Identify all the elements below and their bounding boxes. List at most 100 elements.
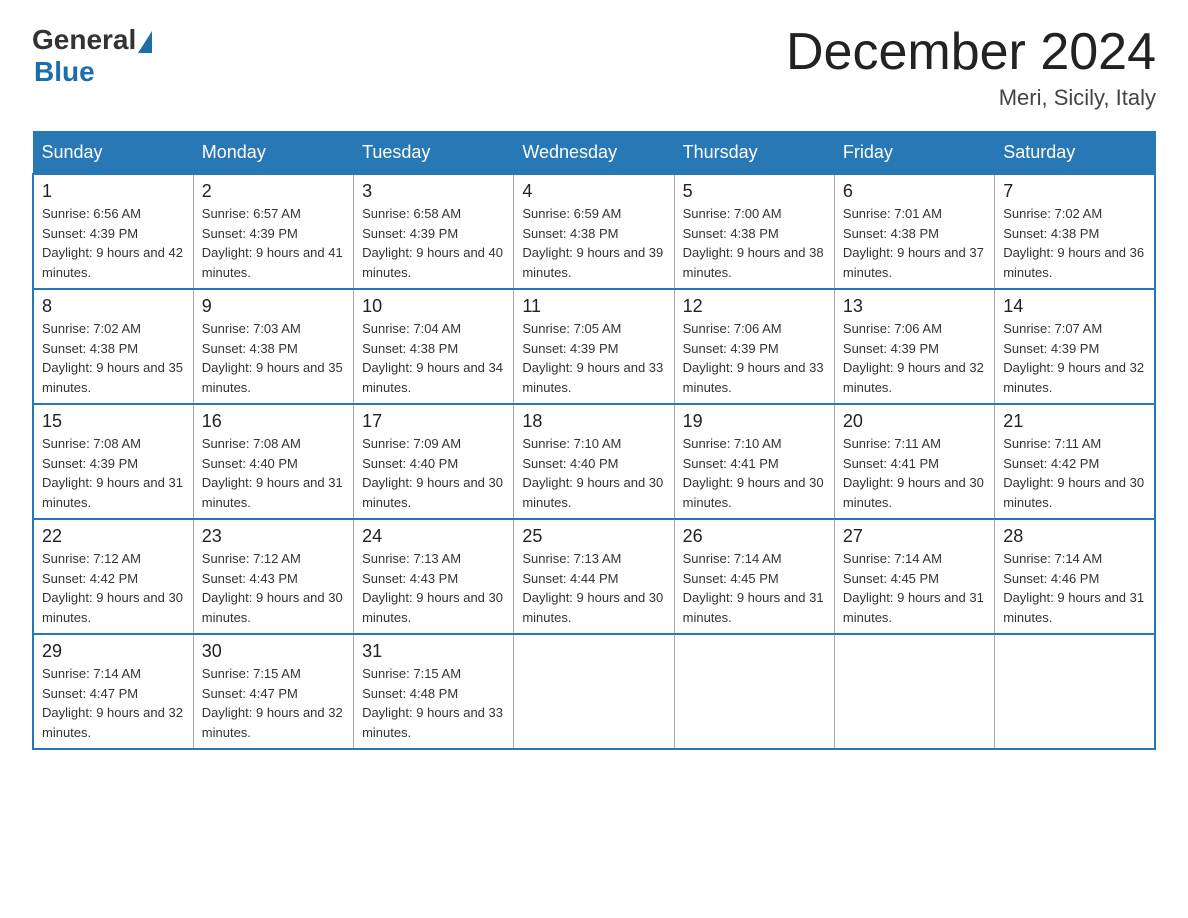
calendar-table: SundayMondayTuesdayWednesdayThursdayFrid…	[32, 131, 1156, 750]
day-number: 13	[843, 296, 986, 317]
calendar-cell: 2 Sunrise: 6:57 AMSunset: 4:39 PMDayligh…	[193, 174, 353, 289]
calendar-cell: 23 Sunrise: 7:12 AMSunset: 4:43 PMDaylig…	[193, 519, 353, 634]
calendar-cell: 1 Sunrise: 6:56 AMSunset: 4:39 PMDayligh…	[33, 174, 193, 289]
calendar-cell: 24 Sunrise: 7:13 AMSunset: 4:43 PMDaylig…	[354, 519, 514, 634]
calendar-cell	[995, 634, 1155, 749]
calendar-cell	[674, 634, 834, 749]
calendar-cell: 16 Sunrise: 7:08 AMSunset: 4:40 PMDaylig…	[193, 404, 353, 519]
calendar-cell: 14 Sunrise: 7:07 AMSunset: 4:39 PMDaylig…	[995, 289, 1155, 404]
calendar-cell: 26 Sunrise: 7:14 AMSunset: 4:45 PMDaylig…	[674, 519, 834, 634]
day-number: 25	[522, 526, 665, 547]
day-number: 8	[42, 296, 185, 317]
day-info: Sunrise: 7:12 AMSunset: 4:43 PMDaylight:…	[202, 551, 343, 625]
day-info: Sunrise: 7:14 AMSunset: 4:47 PMDaylight:…	[42, 666, 183, 740]
calendar-header-sunday: Sunday	[33, 132, 193, 175]
day-info: Sunrise: 7:04 AMSunset: 4:38 PMDaylight:…	[362, 321, 503, 395]
title-block: December 2024 Meri, Sicily, Italy	[786, 24, 1156, 111]
calendar-cell	[514, 634, 674, 749]
day-number: 5	[683, 181, 826, 202]
day-number: 21	[1003, 411, 1146, 432]
day-info: Sunrise: 7:02 AMSunset: 4:38 PMDaylight:…	[42, 321, 183, 395]
calendar-week-row: 22 Sunrise: 7:12 AMSunset: 4:42 PMDaylig…	[33, 519, 1155, 634]
day-number: 10	[362, 296, 505, 317]
day-number: 19	[683, 411, 826, 432]
calendar-header-thursday: Thursday	[674, 132, 834, 175]
calendar-cell: 4 Sunrise: 6:59 AMSunset: 4:38 PMDayligh…	[514, 174, 674, 289]
day-number: 30	[202, 641, 345, 662]
day-number: 6	[843, 181, 986, 202]
calendar-header-wednesday: Wednesday	[514, 132, 674, 175]
day-info: Sunrise: 7:14 AMSunset: 4:45 PMDaylight:…	[843, 551, 984, 625]
day-info: Sunrise: 7:01 AMSunset: 4:38 PMDaylight:…	[843, 206, 984, 280]
calendar-week-row: 1 Sunrise: 6:56 AMSunset: 4:39 PMDayligh…	[33, 174, 1155, 289]
day-info: Sunrise: 7:11 AMSunset: 4:41 PMDaylight:…	[843, 436, 984, 510]
logo-blue-text: Blue	[34, 56, 95, 88]
day-number: 12	[683, 296, 826, 317]
calendar-cell: 28 Sunrise: 7:14 AMSunset: 4:46 PMDaylig…	[995, 519, 1155, 634]
logo-triangle-icon	[138, 31, 152, 53]
day-number: 3	[362, 181, 505, 202]
day-info: Sunrise: 7:14 AMSunset: 4:45 PMDaylight:…	[683, 551, 824, 625]
day-info: Sunrise: 7:09 AMSunset: 4:40 PMDaylight:…	[362, 436, 503, 510]
day-info: Sunrise: 7:08 AMSunset: 4:40 PMDaylight:…	[202, 436, 343, 510]
calendar-cell: 30 Sunrise: 7:15 AMSunset: 4:47 PMDaylig…	[193, 634, 353, 749]
day-info: Sunrise: 7:03 AMSunset: 4:38 PMDaylight:…	[202, 321, 343, 395]
day-number: 27	[843, 526, 986, 547]
day-number: 9	[202, 296, 345, 317]
calendar-cell: 25 Sunrise: 7:13 AMSunset: 4:44 PMDaylig…	[514, 519, 674, 634]
calendar-cell: 9 Sunrise: 7:03 AMSunset: 4:38 PMDayligh…	[193, 289, 353, 404]
day-number: 7	[1003, 181, 1146, 202]
calendar-week-row: 29 Sunrise: 7:14 AMSunset: 4:47 PMDaylig…	[33, 634, 1155, 749]
day-info: Sunrise: 7:07 AMSunset: 4:39 PMDaylight:…	[1003, 321, 1144, 395]
day-number: 29	[42, 641, 185, 662]
day-info: Sunrise: 7:14 AMSunset: 4:46 PMDaylight:…	[1003, 551, 1144, 625]
calendar-cell: 13 Sunrise: 7:06 AMSunset: 4:39 PMDaylig…	[834, 289, 994, 404]
day-number: 26	[683, 526, 826, 547]
calendar-cell: 5 Sunrise: 7:00 AMSunset: 4:38 PMDayligh…	[674, 174, 834, 289]
calendar-cell: 27 Sunrise: 7:14 AMSunset: 4:45 PMDaylig…	[834, 519, 994, 634]
calendar-week-row: 8 Sunrise: 7:02 AMSunset: 4:38 PMDayligh…	[33, 289, 1155, 404]
day-info: Sunrise: 6:58 AMSunset: 4:39 PMDaylight:…	[362, 206, 503, 280]
calendar-cell: 19 Sunrise: 7:10 AMSunset: 4:41 PMDaylig…	[674, 404, 834, 519]
day-number: 1	[42, 181, 185, 202]
calendar-cell: 11 Sunrise: 7:05 AMSunset: 4:39 PMDaylig…	[514, 289, 674, 404]
day-number: 4	[522, 181, 665, 202]
day-number: 16	[202, 411, 345, 432]
calendar-header-tuesday: Tuesday	[354, 132, 514, 175]
page-header: General Blue December 2024 Meri, Sicily,…	[32, 24, 1156, 111]
day-info: Sunrise: 7:02 AMSunset: 4:38 PMDaylight:…	[1003, 206, 1144, 280]
calendar-cell: 29 Sunrise: 7:14 AMSunset: 4:47 PMDaylig…	[33, 634, 193, 749]
day-info: Sunrise: 7:06 AMSunset: 4:39 PMDaylight:…	[843, 321, 984, 395]
calendar-cell: 8 Sunrise: 7:02 AMSunset: 4:38 PMDayligh…	[33, 289, 193, 404]
logo-general-text: General	[32, 24, 136, 56]
calendar-cell: 3 Sunrise: 6:58 AMSunset: 4:39 PMDayligh…	[354, 174, 514, 289]
page-title: December 2024	[786, 24, 1156, 81]
calendar-cell: 12 Sunrise: 7:06 AMSunset: 4:39 PMDaylig…	[674, 289, 834, 404]
calendar-cell: 31 Sunrise: 7:15 AMSunset: 4:48 PMDaylig…	[354, 634, 514, 749]
day-number: 14	[1003, 296, 1146, 317]
day-info: Sunrise: 7:10 AMSunset: 4:41 PMDaylight:…	[683, 436, 824, 510]
day-number: 24	[362, 526, 505, 547]
calendar-header-saturday: Saturday	[995, 132, 1155, 175]
calendar-week-row: 15 Sunrise: 7:08 AMSunset: 4:39 PMDaylig…	[33, 404, 1155, 519]
day-info: Sunrise: 7:05 AMSunset: 4:39 PMDaylight:…	[522, 321, 663, 395]
day-info: Sunrise: 7:10 AMSunset: 4:40 PMDaylight:…	[522, 436, 663, 510]
page-subtitle: Meri, Sicily, Italy	[786, 85, 1156, 111]
calendar-cell: 22 Sunrise: 7:12 AMSunset: 4:42 PMDaylig…	[33, 519, 193, 634]
calendar-cell: 21 Sunrise: 7:11 AMSunset: 4:42 PMDaylig…	[995, 404, 1155, 519]
day-number: 23	[202, 526, 345, 547]
day-number: 2	[202, 181, 345, 202]
day-info: Sunrise: 7:12 AMSunset: 4:42 PMDaylight:…	[42, 551, 183, 625]
day-info: Sunrise: 7:08 AMSunset: 4:39 PMDaylight:…	[42, 436, 183, 510]
calendar-cell: 18 Sunrise: 7:10 AMSunset: 4:40 PMDaylig…	[514, 404, 674, 519]
day-number: 20	[843, 411, 986, 432]
day-info: Sunrise: 6:57 AMSunset: 4:39 PMDaylight:…	[202, 206, 343, 280]
calendar-header-friday: Friday	[834, 132, 994, 175]
day-number: 11	[522, 296, 665, 317]
day-info: Sunrise: 6:59 AMSunset: 4:38 PMDaylight:…	[522, 206, 663, 280]
calendar-cell	[834, 634, 994, 749]
day-number: 18	[522, 411, 665, 432]
calendar-cell: 20 Sunrise: 7:11 AMSunset: 4:41 PMDaylig…	[834, 404, 994, 519]
calendar-cell: 17 Sunrise: 7:09 AMSunset: 4:40 PMDaylig…	[354, 404, 514, 519]
day-info: Sunrise: 7:13 AMSunset: 4:43 PMDaylight:…	[362, 551, 503, 625]
